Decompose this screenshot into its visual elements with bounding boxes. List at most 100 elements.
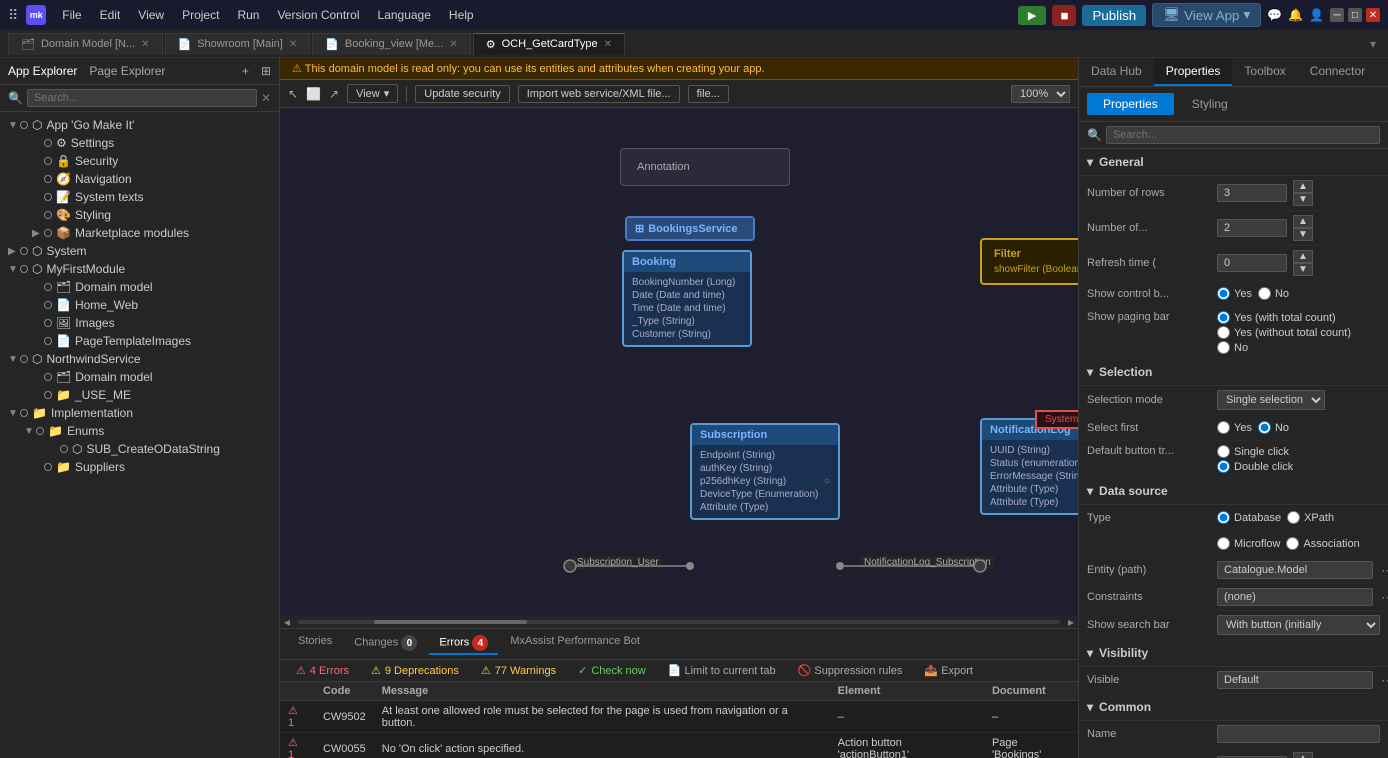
cursor-tool[interactable]: ↖ [288,87,298,101]
update-security-button[interactable]: Update security [415,85,509,103]
select-first-no[interactable]: No [1258,421,1289,434]
notification-log-node[interactable]: NotificationLog UUID (String) Status (en… [980,418,1078,515]
menu-language[interactable]: Language [370,6,439,24]
tab-overflow-arrow[interactable]: ▾ [1366,37,1380,51]
sidebar-item-implementation[interactable]: ▼ 📁 Implementation [0,404,279,422]
show-control-yes[interactable]: Yes [1217,287,1252,300]
sidebar-item-app-go-make-it[interactable]: ▼ ⬡ App 'Go Make It' [0,116,279,134]
sidebar-item-system-texts[interactable]: 📝 System texts [0,188,279,206]
sidebar-item-page-template-images[interactable]: 📄 PageTemplateImages [0,332,279,350]
visibility-section-header[interactable]: ▾ Visibility [1079,640,1388,667]
chat-icon[interactable]: 💬 [1267,8,1282,22]
data-source-section-header[interactable]: ▾ Data source [1079,478,1388,505]
selection-mode-select[interactable]: Single selection [1217,390,1325,410]
num-of-up[interactable]: ▲ [1293,215,1313,228]
subscription-node[interactable]: Subscription Endpoint (String) authKey (… [690,423,840,520]
entity-path-input[interactable] [1217,561,1373,579]
sidebar-tab-page-explorer[interactable]: Page Explorer [89,64,165,78]
run-button[interactable]: ▶ [1018,6,1046,25]
sidebar-item-my-first-module[interactable]: ▼ ⬡ MyFirstModule [0,260,279,278]
tab-close-booking[interactable]: ✕ [449,39,457,50]
right-tab-toolbox[interactable]: Toolbox [1232,58,1297,86]
paging-yes-total[interactable]: Yes (with total count) [1217,311,1351,324]
common-section-header[interactable]: ▾ Common [1079,694,1388,721]
sidebar-item-sub-create[interactable]: ⬡ SUB_CreateODataString [0,440,279,458]
grid-icon[interactable]: ⠿ [8,7,18,24]
scroll-left-icon[interactable]: ◂ [280,615,294,628]
general-section-header[interactable]: ▾ General [1079,149,1388,176]
tab-index-up[interactable]: ▲ [1293,752,1313,758]
view-dropdown-button[interactable]: View ▾ [347,84,398,103]
type-database[interactable]: Database [1217,511,1281,524]
minimize-button[interactable]: ─ [1330,8,1344,22]
user-avatar[interactable]: 👤 [1309,8,1324,22]
close-button[interactable]: ✕ [1366,8,1380,22]
right-tab-properties[interactable]: Properties [1154,58,1233,86]
export-button[interactable]: 📤 Export [916,662,981,679]
num-rows-down[interactable]: ▼ [1293,193,1313,206]
sidebar-item-navigation[interactable]: 🧭 Navigation [0,170,279,188]
sidebar-item-system[interactable]: ▶ ⬡ System [0,242,279,260]
scroll-right-icon[interactable]: ▸ [1064,615,1078,628]
type-microflow[interactable]: Microflow [1217,537,1280,550]
refresh-down[interactable]: ▼ [1293,263,1313,276]
table-row[interactable]: ⚠ 1 CW9502 At least one allowed role mus… [280,701,1078,733]
tab-close-showroom[interactable]: ✕ [289,39,297,50]
refresh-up[interactable]: ▲ [1293,250,1313,263]
paging-yes-no-total[interactable]: Yes (without total count) [1217,326,1351,339]
show-search-bar-select[interactable]: With button (initially [1217,615,1380,635]
num-of-down[interactable]: ▼ [1293,228,1313,241]
paging-no[interactable]: No [1217,341,1351,354]
show-control-no[interactable]: No [1258,287,1289,300]
view-app-button[interactable]: 🖥 View App ▾ [1152,3,1261,27]
stop-button[interactable]: ■ [1052,5,1076,26]
deprecations-filter-button[interactable]: ⚠ 9 Deprecations [363,662,467,679]
visible-input[interactable] [1217,671,1373,689]
bottom-tab-errors[interactable]: Errors 4 [429,633,498,655]
import-webservice-button[interactable]: Import web service/XML file... [518,85,680,103]
tab-close-dm[interactable]: ✕ [141,39,149,50]
search-clear-icon[interactable]: ✕ [261,91,271,105]
sidebar-item-domain-model-mfm[interactable]: 🗂 Domain model [0,278,279,296]
refresh-time-input[interactable] [1217,254,1287,272]
tab-domain-model[interactable]: 🗂 Domain Model [N... ✕ [8,33,163,55]
booking-entity-node[interactable]: Booking BookingNumber (Long) Date (Date … [622,250,752,347]
bottom-tab-mxassist[interactable]: MxAssist Performance Bot [500,633,650,655]
tab-close-och[interactable]: ✕ [604,39,612,50]
zoom-select[interactable]: 100% [1011,85,1070,103]
num-rows-up[interactable]: ▲ [1293,180,1313,193]
limit-to-current-tab-button[interactable]: 📄 Limit to current tab [660,662,784,679]
right-panel-search-input[interactable] [1106,126,1380,144]
canvas-scrollbar[interactable]: ◂ ▸ [280,616,1078,628]
box-tool[interactable]: ⬜ [306,87,321,101]
constraints-dots-button[interactable]: ⋯ [1379,589,1388,606]
sidebar-item-settings[interactable]: ⚙ Settings [0,134,279,152]
num-rows-input[interactable] [1217,184,1287,202]
select-first-yes[interactable]: Yes [1217,421,1252,434]
errors-filter-button[interactable]: ⚠ 4 Errors [288,662,357,679]
warnings-filter-button[interactable]: ⚠ 77 Warnings [473,662,564,679]
entity-path-dots-button[interactable]: ⋯ [1379,562,1388,579]
file-button[interactable]: file... [688,85,729,103]
scroll-thumb[interactable] [374,620,526,624]
name-input[interactable] [1217,725,1380,743]
table-row[interactable]: ⚠ 1 CW0055 No 'On click' action specifie… [280,733,1078,758]
sidebar-item-suppliers[interactable]: 📁 Suppliers [0,458,279,476]
bottom-tab-changes[interactable]: Changes 0 [344,633,427,655]
type-xpath[interactable]: XPath [1287,511,1334,524]
menu-view[interactable]: View [130,6,172,24]
sidebar-item-marketplace[interactable]: ▶ 📦 Marketplace modules [0,224,279,242]
search-input[interactable] [27,89,257,107]
sidebar-add-icon[interactable]: + [242,64,249,78]
menu-edit[interactable]: Edit [92,6,129,24]
canvas-main[interactable]: Annotation ⊞ BookingsService Booking Bo [280,108,1078,628]
annotation-node[interactable]: Annotation [620,148,790,186]
maximize-button[interactable]: □ [1348,8,1362,22]
sidebar-item-enums[interactable]: ▼ 📁 Enums [0,422,279,440]
publish-button[interactable]: Publish [1082,5,1146,26]
menu-help[interactable]: Help [441,6,482,24]
selection-section-header[interactable]: ▾ Selection [1079,359,1388,386]
sidebar-item-images[interactable]: 🖼 Images [0,314,279,332]
sidebar-item-use-me[interactable]: 📁 _USE_ME [0,386,279,404]
sidebar-filter-icon[interactable]: ⊞ [261,64,271,78]
